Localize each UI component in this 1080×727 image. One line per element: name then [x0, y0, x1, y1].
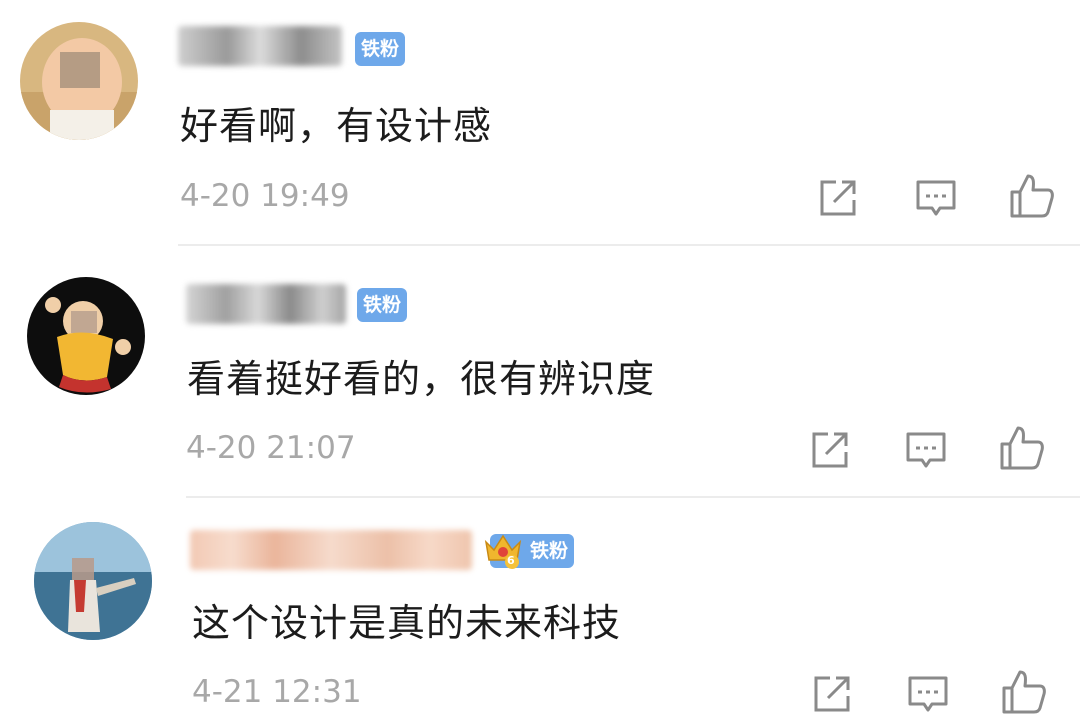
username-blurred[interactable] — [190, 530, 472, 570]
like-button[interactable] — [1000, 668, 1048, 716]
crown-level: 6 — [507, 554, 515, 567]
share-icon — [814, 676, 850, 712]
thumbs-up-icon — [1002, 670, 1046, 714]
reply-button[interactable] — [904, 670, 952, 718]
crown-icon: 6 — [482, 528, 524, 570]
comment-icon — [908, 676, 948, 712]
comment-text: 这个设计是真的未来科技 — [192, 601, 622, 645]
comment-timestamp: 4-21 12:31 — [192, 674, 362, 710]
user-avatar[interactable] — [34, 522, 152, 640]
fan-badge: 6 铁粉 — [484, 534, 575, 569]
fan-badge-label: 铁粉 — [530, 540, 569, 562]
comment-item: 6 铁粉 这个设计是真的未来科技 4-21 12:31 — [0, 0, 1080, 727]
share-button[interactable] — [808, 670, 856, 718]
